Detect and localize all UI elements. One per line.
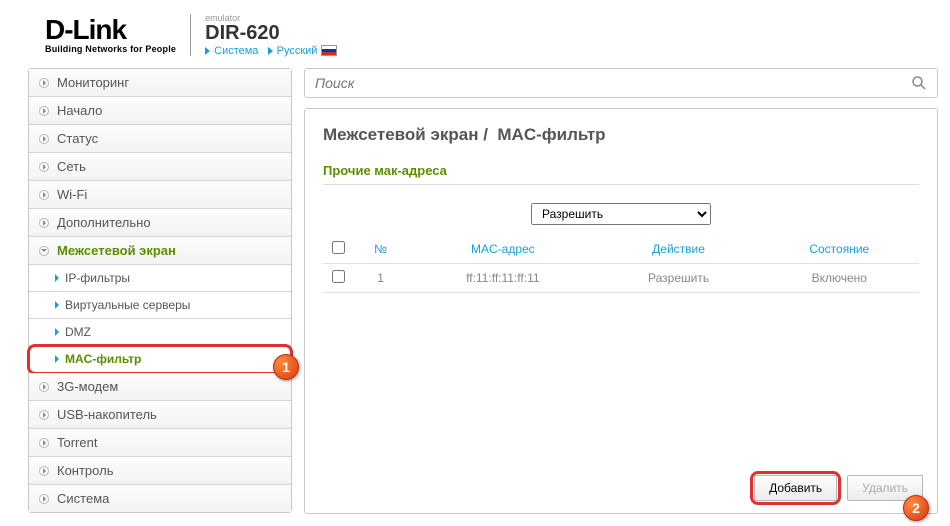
expand-icon (39, 218, 49, 228)
nav-virtual-servers[interactable]: Виртуальные серверы (29, 292, 291, 319)
expand-icon (39, 162, 49, 172)
col-mac: MAC-адрес (408, 235, 597, 264)
chevron-right-icon (55, 301, 59, 309)
nav-mac-filter[interactable]: MAC-фильтр 1 (29, 346, 291, 373)
flag-russia-icon (321, 45, 337, 56)
expand-icon (39, 410, 49, 420)
col-checkbox (323, 235, 353, 264)
search-bar (304, 68, 938, 98)
divider (190, 14, 191, 56)
model-name: DIR-620 (205, 23, 337, 43)
row-checkbox[interactable] (332, 270, 345, 283)
nav-wifi[interactable]: Wi-Fi (29, 181, 291, 209)
emulator-label: emulator (205, 13, 337, 23)
col-num: № (353, 235, 408, 264)
content-area: Межсетевой экран / MAC-фильтр Прочие мак… (304, 68, 938, 514)
nav-network[interactable]: Сеть (29, 153, 291, 181)
nav-monitoring[interactable]: Мониторинг (29, 69, 291, 97)
chevron-right-icon (268, 47, 273, 55)
logo-subtitle: Building Networks for People (45, 44, 176, 54)
expand-icon (39, 78, 49, 88)
logo: D-Link Building Networks for People (45, 16, 176, 54)
sidebar: Мониторинг Начало Статус Сеть Wi-Fi Допо… (28, 68, 292, 514)
expand-icon (39, 190, 49, 200)
chevron-right-icon (55, 328, 59, 336)
model-info: emulator DIR-620 Система Русский (205, 13, 337, 58)
callout-badge-2: 2 (903, 495, 929, 521)
expand-icon (39, 382, 49, 392)
add-button-highlight: Добавить (752, 473, 839, 503)
nav-torrent[interactable]: Torrent (29, 429, 291, 457)
nav-start[interactable]: Начало (29, 97, 291, 125)
col-state: Состояние (760, 235, 919, 264)
nav-system[interactable]: Система (29, 485, 291, 512)
nav-menu: Мониторинг Начало Статус Сеть Wi-Fi Допо… (28, 68, 292, 513)
language-link[interactable]: Русский (268, 45, 338, 57)
expand-icon (39, 134, 49, 144)
main-area: Мониторинг Начало Статус Сеть Wi-Fi Допо… (0, 68, 950, 526)
select-all-checkbox[interactable] (332, 241, 345, 254)
expand-icon (39, 494, 49, 504)
default-action-select[interactable]: Разрешить (531, 203, 711, 225)
chevron-right-icon (55, 355, 59, 363)
search-input[interactable] (315, 75, 911, 91)
header: D-Link Building Networks for People emul… (0, 0, 950, 68)
nav-control[interactable]: Контроль (29, 457, 291, 485)
nav-usb-storage[interactable]: USB-накопитель (29, 401, 291, 429)
nav-ip-filters[interactable]: IP-фильтры (29, 265, 291, 292)
action-buttons: Добавить Удалить 2 (752, 473, 923, 503)
content-panel: Межсетевой экран / MAC-фильтр Прочие мак… (304, 108, 938, 514)
breadcrumb: Межсетевой экран / MAC-фильтр (323, 125, 919, 145)
system-link[interactable]: Система (205, 45, 258, 57)
nav-3g-modem[interactable]: 3G-модем (29, 373, 291, 401)
search-icon[interactable] (911, 75, 927, 91)
collapse-icon (39, 246, 49, 256)
logo-text: D-Link (45, 16, 126, 44)
chevron-right-icon (205, 47, 210, 55)
nav-status[interactable]: Статус (29, 125, 291, 153)
section-title: Прочие мак-адреса (323, 163, 919, 185)
nav-advanced[interactable]: Дополнительно (29, 209, 291, 237)
callout-badge-1: 1 (273, 354, 299, 380)
add-button[interactable]: Добавить (754, 475, 837, 501)
expand-icon (39, 466, 49, 476)
mac-table: № MAC-адрес Действие Состояние 1 ff:11:f… (323, 235, 919, 293)
nav-firewall[interactable]: Межсетевой экран (29, 237, 291, 265)
expand-icon (39, 106, 49, 116)
table-row[interactable]: 1 ff:11:ff:11:ff:11 Разрешить Включено (323, 264, 919, 293)
expand-icon (39, 438, 49, 448)
nav-dmz[interactable]: DMZ (29, 319, 291, 346)
col-action: Действие (598, 235, 760, 264)
chevron-right-icon (55, 274, 59, 282)
